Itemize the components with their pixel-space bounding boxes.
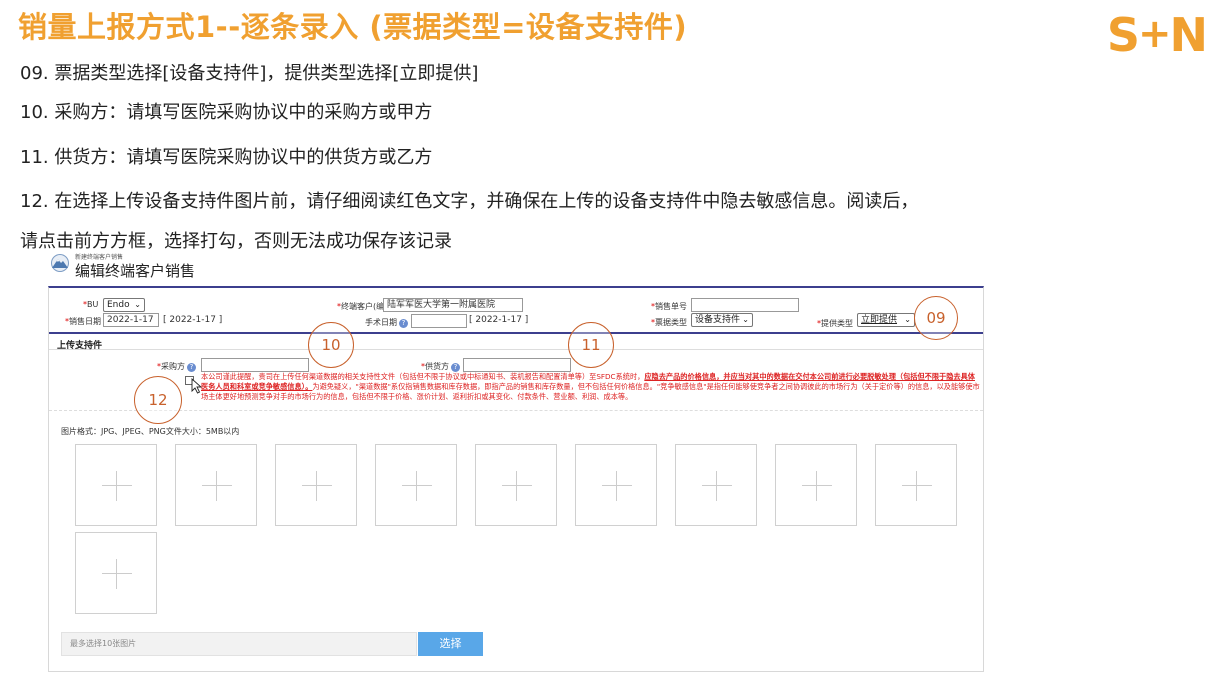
- sale-no-label: *销售单号: [651, 302, 687, 311]
- consent-warning-text: 本公司谨此提醒，贵司在上传任何渠道数据的相关支持性文件（包括但不限于协议或中标通…: [201, 372, 980, 401]
- purchaser-input[interactable]: [201, 358, 309, 372]
- app-title: 编辑终端客户销售: [75, 262, 196, 280]
- plus-icon: [802, 485, 832, 486]
- ticket-type-select[interactable]: 设备支持件 ⌄: [691, 313, 753, 327]
- customer-input[interactable]: 陆军军医大学第一附属医院: [383, 298, 523, 312]
- upload-tile[interactable]: [475, 444, 557, 526]
- file-select-input[interactable]: 最多选择10张图片: [61, 632, 417, 656]
- image-format-hint: 图片格式：JPG、JPEG、PNG文件大小：5MB以内: [61, 427, 240, 436]
- upload-tile[interactable]: [275, 444, 357, 526]
- plus-icon: [402, 485, 432, 486]
- sale-date-input[interactable]: 2022-1-17: [103, 313, 159, 327]
- instruction-09: 09. 票据类型选择[设备支持件]，提供类型选择[立即提供]: [20, 63, 479, 84]
- sale-date-label: *销售日期: [65, 317, 101, 326]
- upload-tile[interactable]: [775, 444, 857, 526]
- upload-tile[interactable]: [75, 444, 157, 526]
- callout-09: 09: [914, 296, 958, 340]
- surgery-date-label: 手术日期?: [365, 317, 408, 328]
- logo-letter-n: N: [1169, 8, 1208, 62]
- plus-icon: [702, 485, 732, 486]
- purchaser-label: *采购方?: [157, 361, 196, 372]
- upload-tile[interactable]: [675, 444, 757, 526]
- chevron-down-icon: ⌄: [134, 300, 141, 309]
- provide-type-label: *提供类型: [817, 319, 853, 328]
- slide-title: 销量上报方式1--逐条录入 (票据类型=设备支持件): [18, 10, 688, 44]
- choose-button[interactable]: 选择: [418, 632, 483, 656]
- bu-label: *BU: [83, 300, 99, 309]
- upload-section-header: 上传支持件: [49, 332, 983, 351]
- plus-icon: [102, 485, 132, 486]
- help-icon[interactable]: ?: [399, 319, 408, 328]
- plus-icon: [602, 485, 632, 486]
- plus-icon: [902, 485, 932, 486]
- bu-select[interactable]: Endo ⌄: [103, 298, 145, 312]
- form-panel: *BU Endo ⌄ *终端客户(编号/名称) 陆军军医大学第一附属医院 *销售单…: [48, 286, 984, 672]
- brand-logo: S+N: [1106, 8, 1208, 62]
- help-icon[interactable]: ?: [187, 363, 196, 372]
- surgery-date-hint: [ 2022-1-17 ]: [469, 315, 529, 325]
- instruction-12-cont: 请点击前方方框，选择打勾，否则无法成功保存该记录: [20, 231, 452, 252]
- supplier-input[interactable]: [463, 358, 571, 372]
- upload-tile[interactable]: [375, 444, 457, 526]
- plus-icon: [502, 485, 532, 486]
- help-icon[interactable]: ?: [451, 363, 460, 372]
- instruction-11: 11. 供货方：请填写医院采购协议中的供货方或乙方: [20, 147, 433, 168]
- plus-icon: [202, 485, 232, 486]
- plus-icon: [302, 485, 332, 486]
- instruction-12: 12. 在选择上传设备支持件图片前，请仔细阅读红色文字，并确保在上传的设备支持件…: [20, 191, 919, 212]
- sale-date-hint: [ 2022-1-17 ]: [163, 315, 223, 325]
- ticket-type-label: *票据类型: [651, 318, 687, 327]
- logo-plus: +: [1137, 11, 1171, 57]
- callout-11: 11: [568, 322, 614, 368]
- upload-tile[interactable]: [575, 444, 657, 526]
- provide-type-select[interactable]: 立即提供 ⌄: [857, 313, 915, 327]
- upload-tile[interactable]: [175, 444, 257, 526]
- upload-tile[interactable]: [875, 444, 957, 526]
- instruction-10: 10. 采购方：请填写医院采购协议中的采购方或甲方: [20, 102, 433, 123]
- section-divider: [49, 410, 983, 411]
- upload-section-title: 上传支持件: [57, 341, 103, 351]
- supplier-label: *供货方?: [421, 361, 460, 372]
- logo-letter-s: S: [1106, 8, 1140, 62]
- sale-no-input[interactable]: [691, 298, 799, 312]
- chevron-down-icon: ⌄: [742, 315, 749, 324]
- mountain-icon: [51, 254, 69, 272]
- chevron-down-icon: ⌄: [904, 315, 911, 324]
- callout-12: 12: [134, 376, 182, 424]
- plus-icon: [102, 573, 132, 574]
- surgery-date-input[interactable]: [411, 314, 467, 328]
- callout-10: 10: [308, 322, 354, 368]
- upload-tile[interactable]: [75, 532, 157, 614]
